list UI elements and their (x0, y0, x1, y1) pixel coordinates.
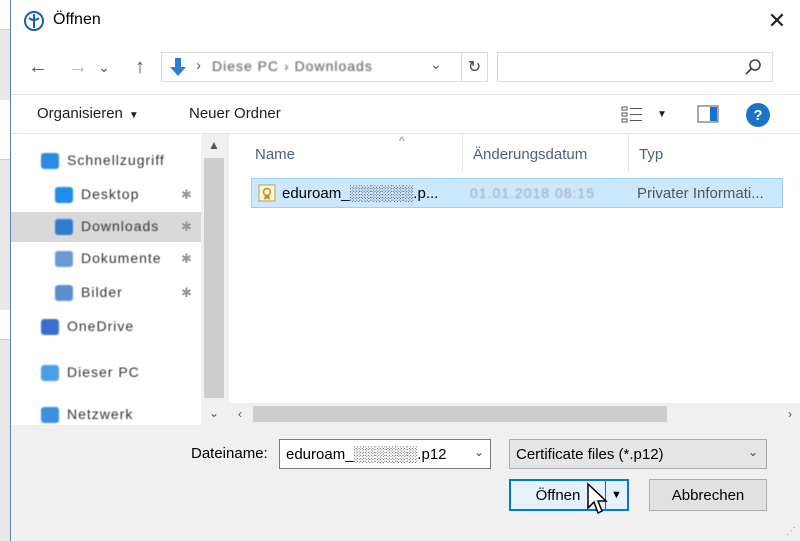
command-bar: Organisieren ▼ Neuer Ordner ▼ ? (11, 94, 800, 134)
view-options-caret-icon[interactable]: ▼ (657, 109, 667, 120)
pin-icon: ✱ (181, 285, 192, 300)
open-split-dropdown[interactable]: ▼ (605, 481, 627, 509)
column-header-label: Name (255, 146, 296, 163)
breadcrumb-separator: › (196, 57, 201, 74)
navigation-pane-scrollbar[interactable]: ▲ ⌄ (201, 134, 227, 425)
navigation-pane: Schnellzugriff Desktop ✱ Downloads ✱ Dokument… (11, 134, 227, 425)
certificate-icon (258, 184, 276, 202)
up-button[interactable]: ↑ (125, 52, 155, 82)
new-folder-button[interactable]: Neuer Ordner (189, 105, 281, 122)
search-icon (745, 59, 761, 75)
file-type: Privater Informati... (637, 185, 764, 202)
organize-label: Organisieren (37, 105, 123, 122)
arrow-left-icon: ← (28, 55, 48, 78)
back-button[interactable]: ← (23, 52, 53, 82)
file-type-filter-value: Certificate files (*.p12) (516, 446, 664, 463)
scroll-up-icon[interactable]: ▲ (201, 134, 227, 156)
sidebar-item[interactable]: Desktop ✱ (11, 180, 201, 210)
help-button[interactable]: ? (746, 103, 770, 127)
scroll-left-icon[interactable]: ‹ (229, 403, 251, 425)
column-header-label: Typ (639, 146, 664, 163)
column-header-modified[interactable]: Änderungsdatum (463, 134, 629, 172)
file-name: eduroam_░░░░░░.p... (282, 185, 439, 202)
download-icon (55, 219, 73, 235)
resize-grip-icon[interactable]: ⋰ (786, 526, 796, 537)
open-file-dialog: Öffnen ✕ ← → ⌄ ↑ › Diese PC › Downloads … (10, 0, 800, 541)
network-icon (41, 407, 59, 423)
cancel-button[interactable]: Abbrechen (649, 479, 767, 511)
sidebar-item-label: Desktop (81, 186, 140, 202)
search-input[interactable] (497, 52, 773, 82)
scrollbar-thumb[interactable] (204, 158, 224, 398)
recent-locations-button[interactable]: ⌄ (95, 52, 113, 82)
download-folder-icon (170, 58, 186, 76)
sidebar-item-label: Netzwerk (67, 406, 134, 422)
star-icon (41, 153, 59, 169)
navigation-bar: ← → ⌄ ↑ › Diese PC › Downloads ⌄ ↻ (11, 42, 800, 94)
view-options-icon[interactable] (621, 105, 643, 123)
sidebar-item[interactable]: Schnellzugriff (11, 146, 201, 176)
refresh-icon: ↻ (467, 59, 482, 76)
computer-icon (41, 365, 59, 381)
scroll-right-icon[interactable]: › (779, 403, 800, 425)
scrollbar-thumb[interactable] (253, 406, 667, 422)
caret-down-icon: ▼ (611, 489, 622, 501)
sidebar-item[interactable]: Dokumente ✱ (11, 244, 201, 274)
window-title: Öffnen (53, 11, 101, 28)
file-list: ^ Name Änderungsdatum Typ eduroam_░░░░░░… (229, 134, 800, 425)
desktop-icon (55, 187, 73, 203)
chevron-down-icon[interactable]: ⌄ (474, 445, 484, 459)
sidebar-item-label: OneDrive (67, 318, 135, 334)
sidebar-item[interactable]: Dieser PC (11, 358, 201, 388)
forward-button[interactable]: → (63, 52, 93, 82)
mouse-cursor-icon (587, 482, 608, 515)
file-row[interactable]: eduroam_░░░░░░.p... 01.01.2018 08:15 Pri… (251, 178, 783, 208)
filename-field[interactable]: eduroam_░░░░░░.p12 ⌄ (279, 439, 491, 469)
app-icon (24, 11, 44, 31)
sidebar-item[interactable]: Downloads ✱ (11, 212, 201, 242)
arrow-up-icon: ↑ (135, 55, 145, 78)
address-bar[interactable]: › Diese PC › Downloads ⌄ ↻ (161, 52, 488, 82)
cancel-button-label: Abbrechen (671, 486, 745, 504)
column-header-name[interactable]: Name (245, 134, 463, 172)
help-icon: ? (753, 106, 763, 124)
cloud-icon (41, 319, 59, 335)
title-bar: Öffnen ✕ (11, 0, 800, 42)
new-folder-label: Neuer Ordner (189, 105, 281, 122)
chevron-down-icon: ⌄ (747, 445, 758, 459)
pin-icon: ✱ (181, 251, 192, 266)
close-icon: ✕ (767, 8, 787, 33)
file-list-scrollbar[interactable]: ‹ › (229, 403, 800, 425)
open-button-label: Öffnen (535, 486, 581, 504)
pictures-icon (55, 285, 73, 301)
pin-icon: ✱ (181, 187, 192, 202)
sidebar-item-label: Downloads (81, 218, 160, 234)
documents-icon (55, 251, 73, 267)
file-modified: 01.01.2018 08:15 (470, 185, 595, 201)
file-type-filter[interactable]: Certificate files (*.p12) ⌄ (509, 439, 767, 469)
column-header-label: Änderungsdatum (473, 146, 588, 163)
sidebar-item[interactable]: OneDrive (11, 312, 201, 342)
filename-value: eduroam_░░░░░░.p12 (286, 446, 447, 463)
address-dropdown-icon[interactable]: ⌄ (430, 56, 442, 73)
sidebar-item-label: Schnellzugriff (67, 152, 165, 168)
chevron-down-icon: ⌄ (98, 58, 110, 75)
dialog-footer: Dateiname: eduroam_░░░░░░.p12 ⌄ Certific… (11, 425, 800, 541)
close-button[interactable]: ✕ (754, 0, 800, 42)
preview-pane-icon[interactable] (697, 105, 719, 123)
sidebar-item-label: Bilder (81, 284, 123, 300)
sidebar-item[interactable]: Bilder ✱ (11, 278, 201, 308)
pin-icon: ✱ (181, 219, 192, 234)
sidebar-item-label: Dokumente (81, 250, 162, 266)
open-button[interactable]: Öffnen ▼ (509, 479, 629, 511)
arrow-right-icon: → (68, 55, 88, 78)
organize-menu[interactable]: Organisieren ▼ (37, 105, 139, 122)
sidebar-item-label: Dieser PC (67, 364, 140, 380)
refresh-button[interactable]: ↻ (461, 53, 487, 81)
filename-label: Dateiname: (191, 445, 268, 462)
scroll-down-icon[interactable]: ⌄ (201, 402, 227, 424)
breadcrumb[interactable]: Diese PC › Downloads (212, 58, 373, 74)
caret-down-icon: ▼ (128, 110, 139, 121)
column-header-type[interactable]: Typ (629, 134, 800, 172)
